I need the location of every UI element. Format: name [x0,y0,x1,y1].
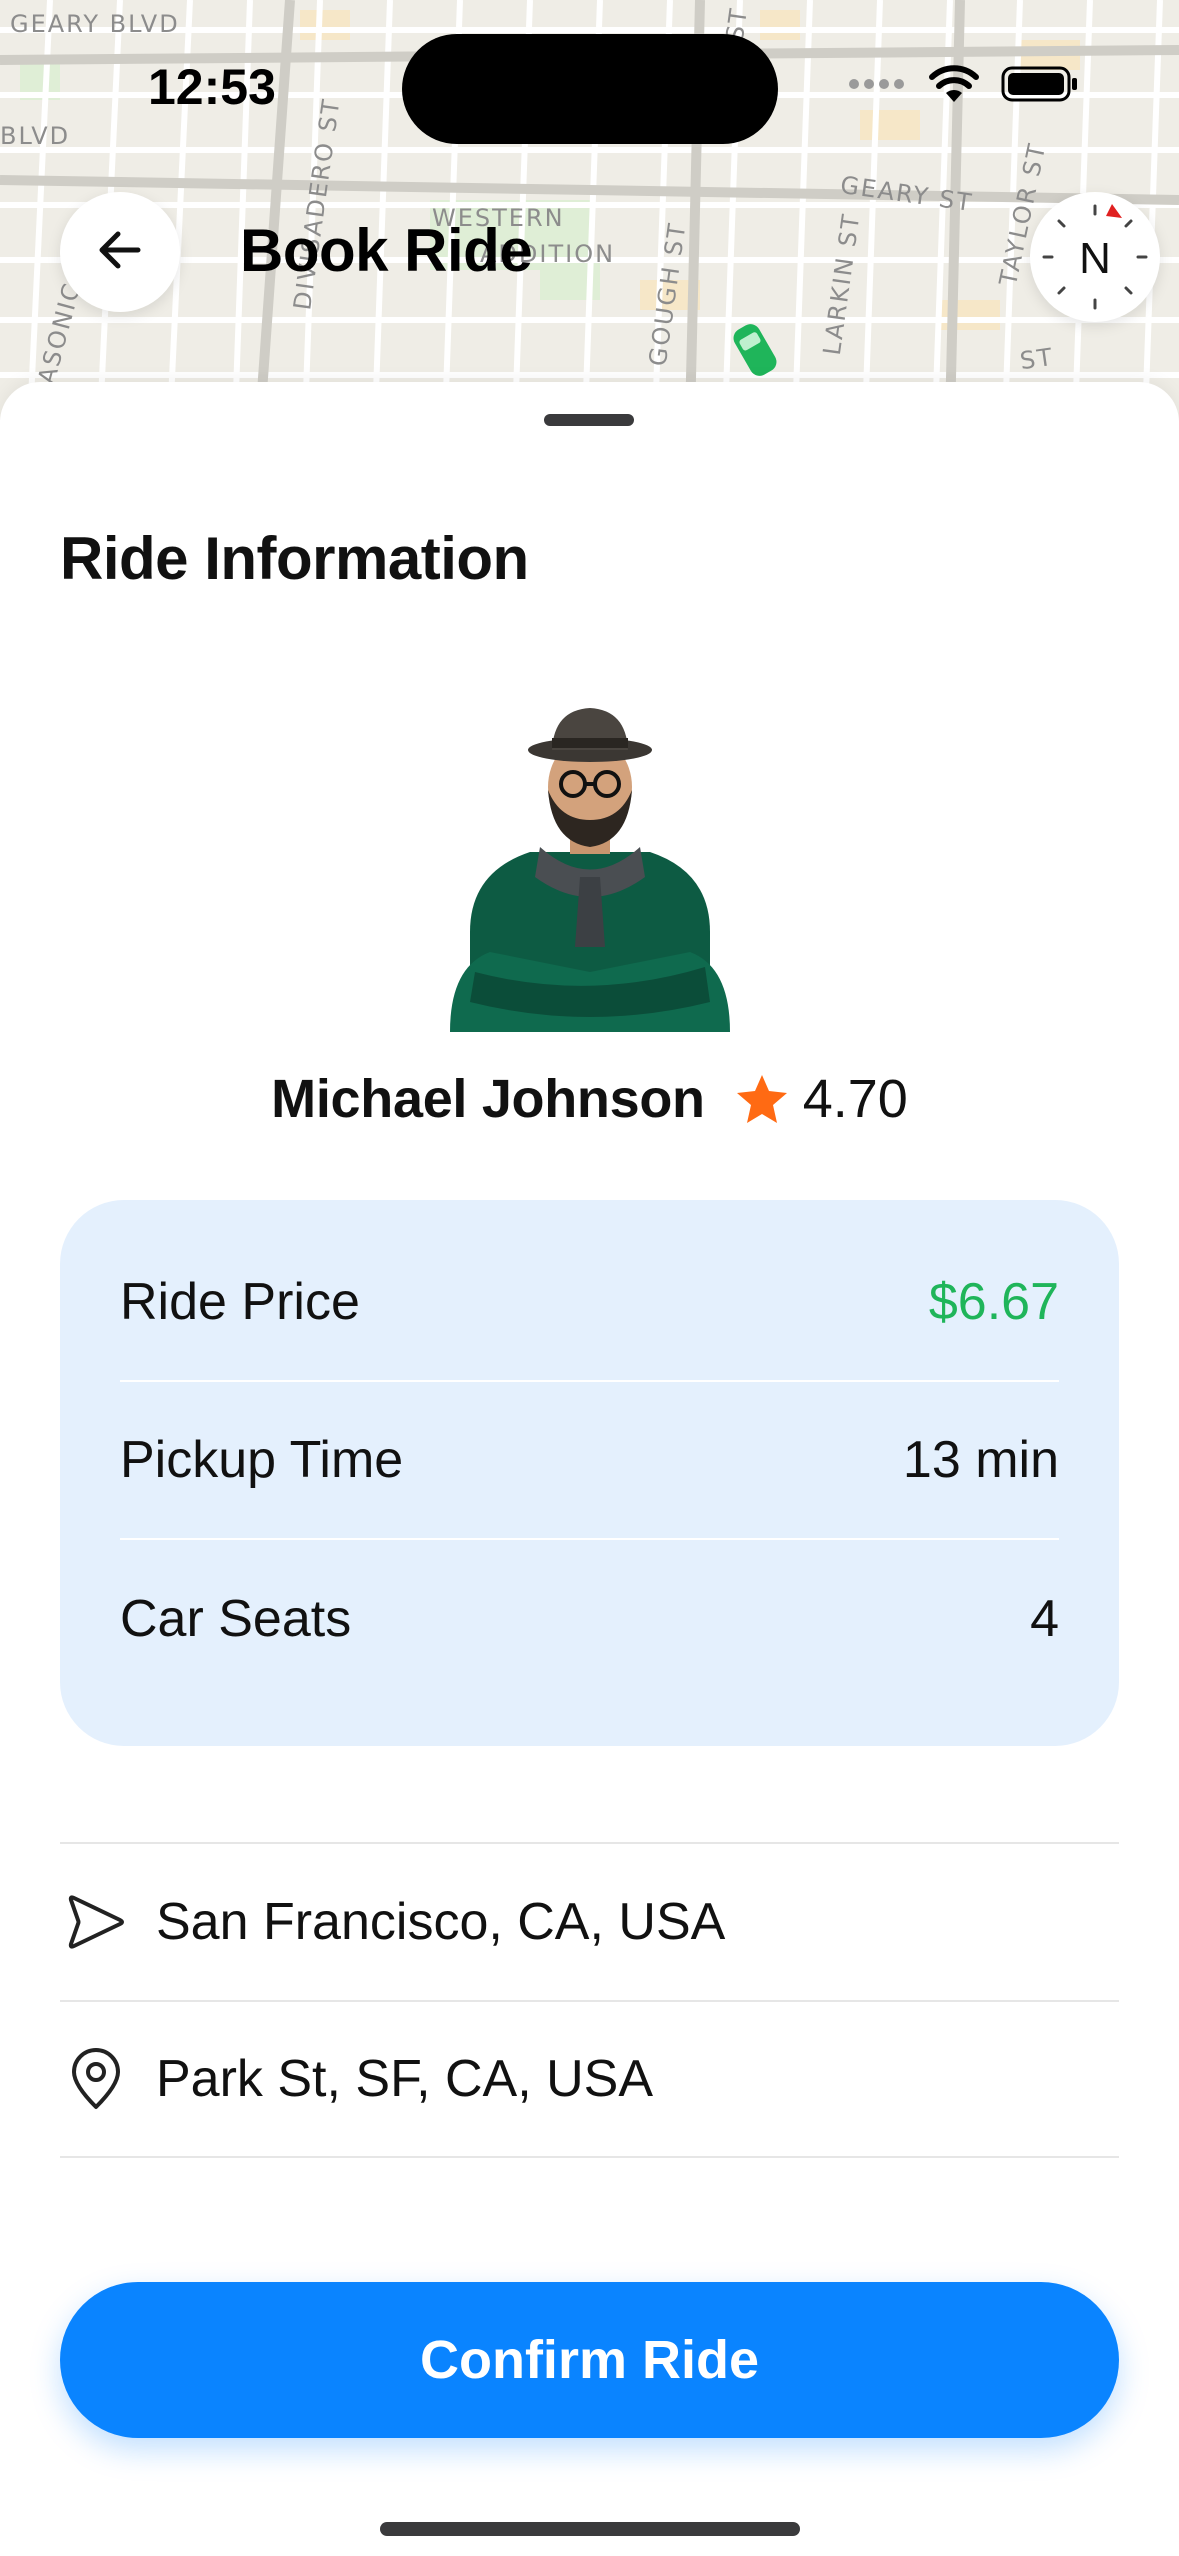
status-icons [847,64,1079,109]
back-button[interactable] [60,192,180,312]
ride-sheet: Ride Information Michael Johnson 4.70 Ri… [0,382,1179,2556]
dropoff-location-text: Park St, SF, CA, USA [156,2050,654,2108]
compass-label: N [1079,234,1111,283]
pickup-time-value: 13 min [902,1431,1059,1489]
compass-button[interactable]: N [1030,192,1160,322]
wifi-icon [929,64,979,109]
navigation-arrow-icon [60,1890,140,1954]
status-time: 12:53 [148,59,276,115]
car-seats-value: 4 [1030,1590,1059,1648]
driver-photo [430,702,750,1032]
driver-name: Michael Johnson [271,1069,705,1129]
sheet-grabber[interactable] [544,414,634,426]
star-icon [735,1073,789,1125]
ride-info-card: Ride Price $6.67 Pickup Time 13 min Car … [60,1200,1119,1746]
dynamic-island [402,34,778,144]
pickup-location-row[interactable]: San Francisco, CA, USA [60,1842,1119,2000]
page-title: Book Ride [240,217,533,284]
confirm-ride-button[interactable]: Confirm Ride [60,2282,1119,2438]
ride-price-row: Ride Price $6.67 [120,1224,1059,1382]
driver-info: Michael Johnson 4.70 [0,1068,1179,1130]
ride-price-label: Ride Price [120,1273,360,1331]
car-seats-row: Car Seats 4 [120,1540,1059,1698]
battery-icon [1001,64,1079,109]
map-label: ST [1018,342,1056,376]
car-seats-label: Car Seats [120,1590,352,1648]
pickup-time-label: Pickup Time [120,1431,404,1489]
map-label: BLVD [0,122,71,150]
dropoff-location-row[interactable]: Park St, SF, CA, USA [60,2000,1119,2158]
signal-icon [847,77,907,96]
driver-rating: 4.70 [802,1069,908,1129]
pickup-location-text: San Francisco, CA, USA [156,1893,726,1951]
map-label: GEARY BLVD [10,10,180,38]
map-pin-icon [60,2047,140,2111]
arrow-left-icon [92,222,148,283]
home-indicator [380,2522,800,2536]
pickup-time-row: Pickup Time 13 min [120,1382,1059,1540]
ride-price-value: $6.67 [928,1273,1059,1331]
compass-icon: N [1042,204,1148,310]
section-title: Ride Information [60,525,529,592]
